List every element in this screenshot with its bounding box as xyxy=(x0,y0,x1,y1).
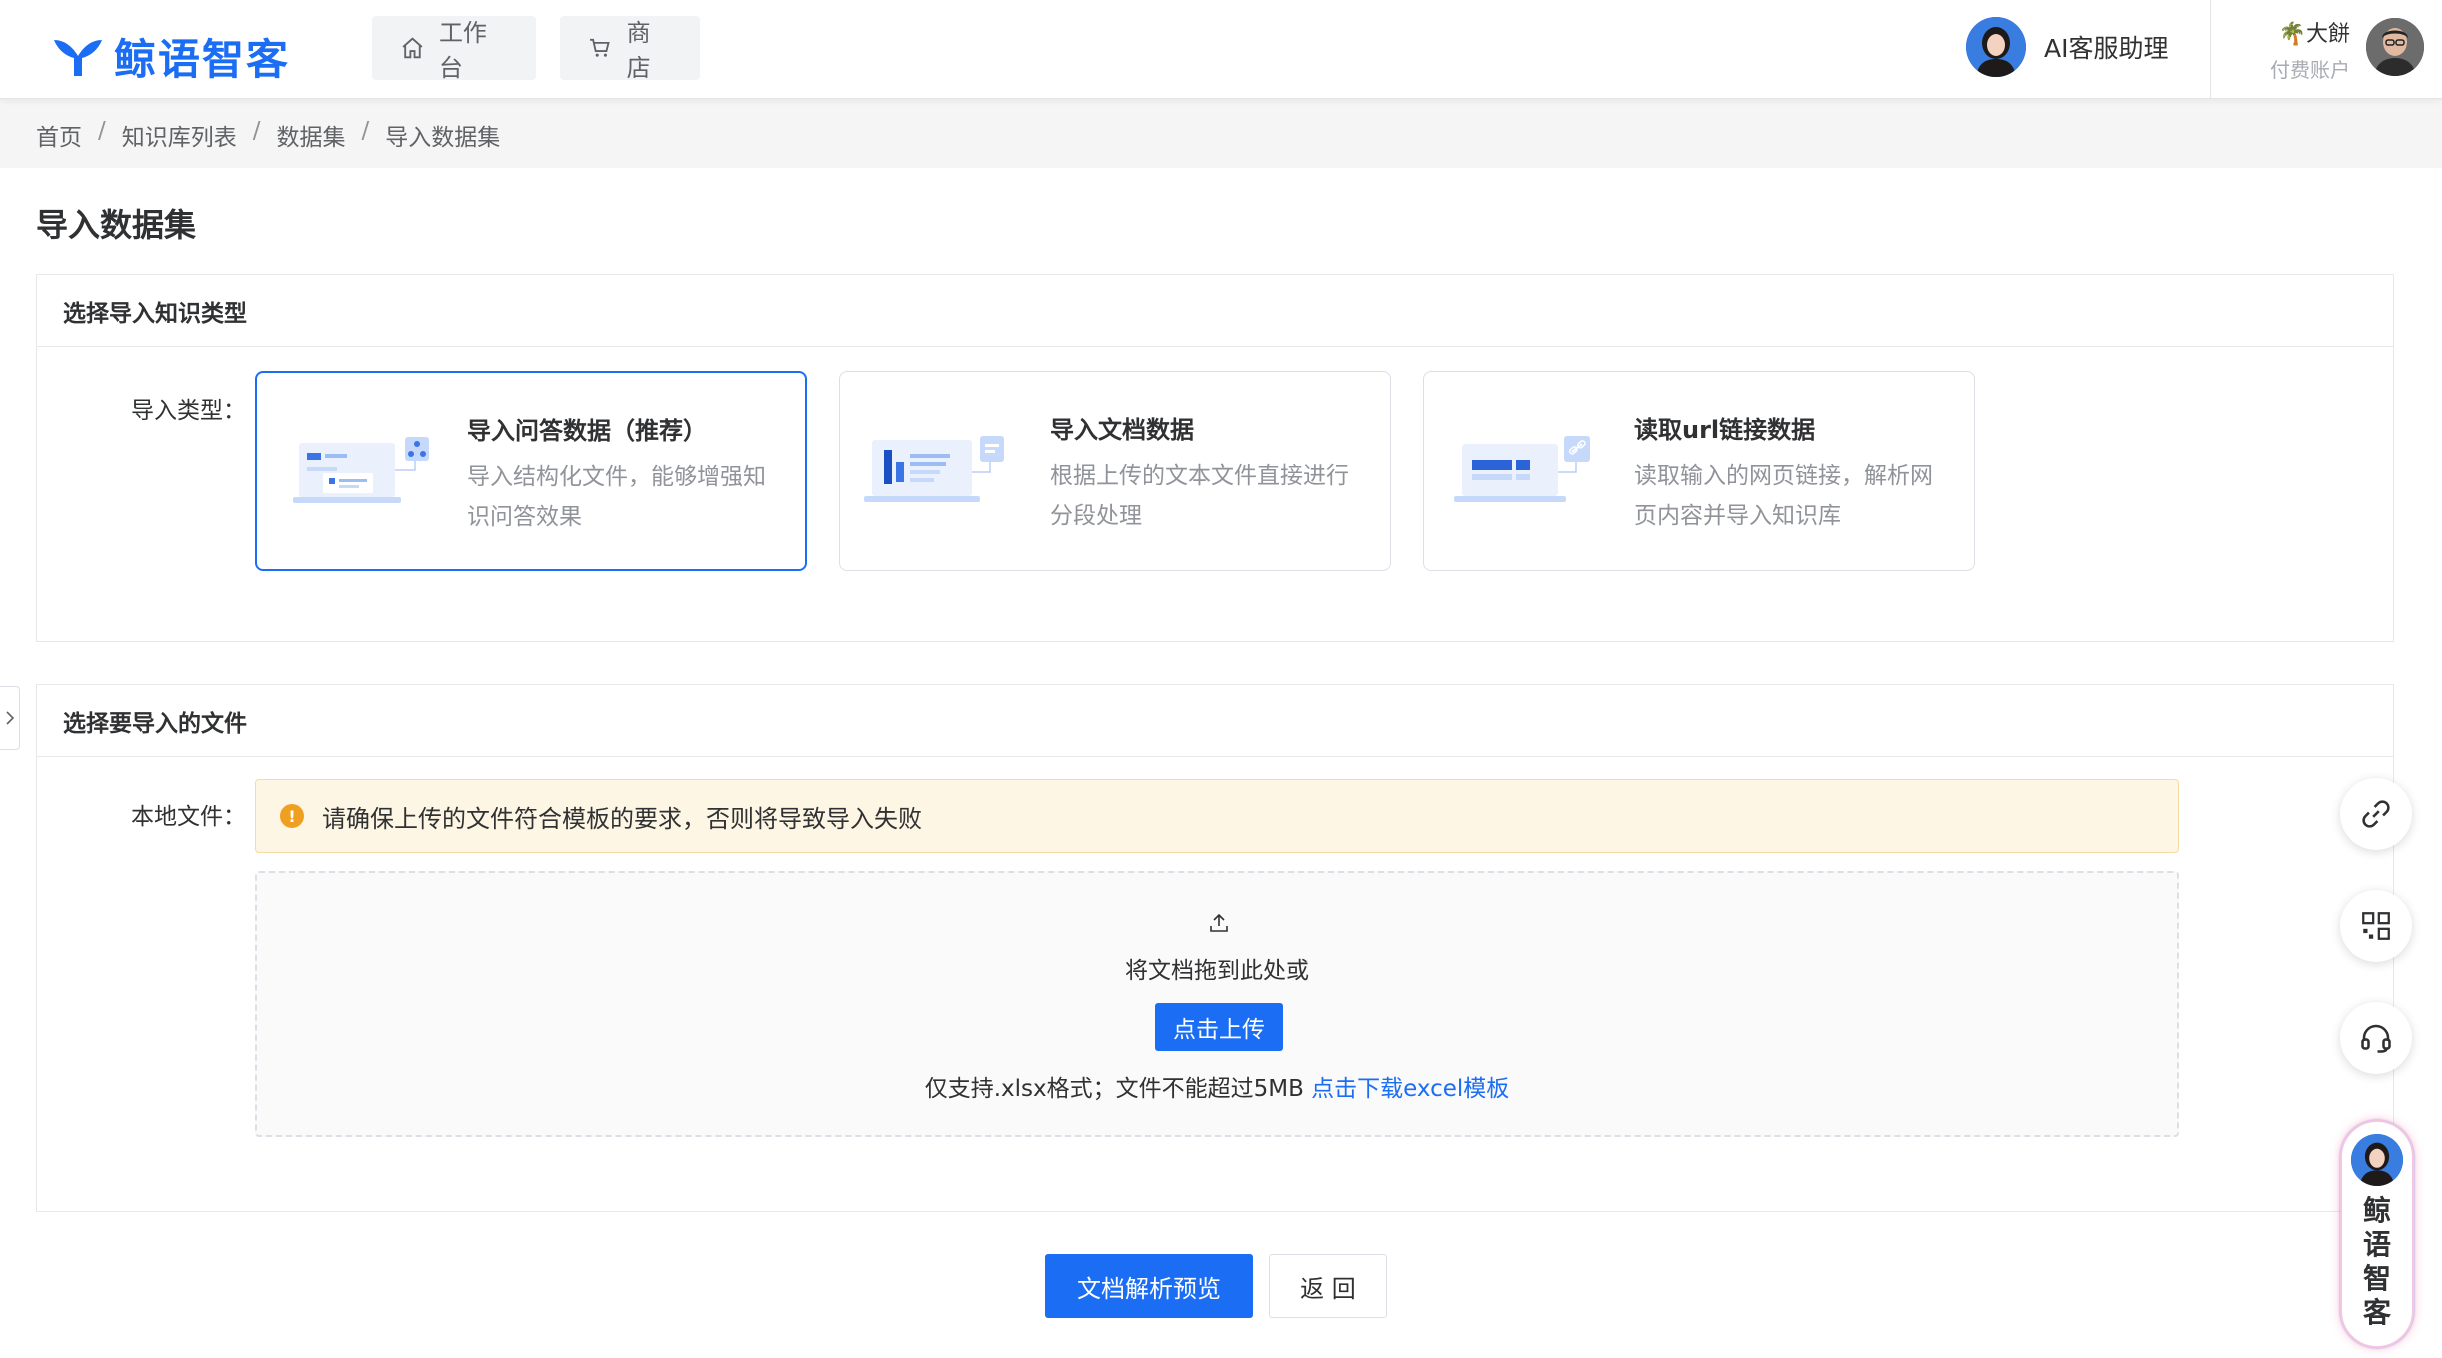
user-name: 大餅 xyxy=(2305,22,2350,47)
local-file-label: 本地文件： xyxy=(131,804,246,830)
upload-icon xyxy=(1210,913,1228,932)
palm-icon: 🌴 xyxy=(2278,22,2306,47)
headset-icon xyxy=(2361,1024,2391,1053)
import-type-header: 选择导入知识类型 xyxy=(37,275,2393,347)
type-qa-title: 导入问答数据（推荐） xyxy=(467,417,707,445)
import-type-label: 导入类型： xyxy=(131,398,246,424)
header-divider xyxy=(2210,0,2211,99)
main-content: 导入数据集 选择导入知识类型 导入类型： 导入问答数据（推荐） 导入结构化文件，… xyxy=(0,168,2442,1358)
home-icon xyxy=(402,37,423,59)
warning-alert: ! 请确保上传的文件符合模板的要求，否则将导致导入失败 xyxy=(255,779,2179,853)
brand-logo[interactable]: 鲸语智客 xyxy=(50,26,290,87)
nav-workbench-label: 工作台 xyxy=(438,19,487,82)
type-option-document[interactable]: 导入文档数据 根据上传的文本文件直接进行分段处理 xyxy=(839,371,1391,571)
top-header: 鲸语智客 工作台 商店 AI客服助理 🌴大餅 付费账户 xyxy=(0,0,2442,99)
type-document-desc: 根据上传的文本文件直接进行分段处理 xyxy=(1050,463,1349,529)
type-url-title: 读取url链接数据 xyxy=(1634,416,1816,444)
breadcrumb-dataset[interactable]: 数据集 xyxy=(277,118,346,152)
upload-dropzone[interactable]: 将文档拖到此处或 点击上传 仅支持.xlsx格式；文件不能超过5MB 点击下载e… xyxy=(255,871,2179,1137)
user-avatar[interactable] xyxy=(2366,18,2424,76)
type-option-qa[interactable]: 导入问答数据（推荐） 导入结构化文件，能够增强知识问答效果 xyxy=(255,371,807,571)
upload-hint: 将文档拖到此处或 xyxy=(1125,958,1309,984)
float-brand-widget[interactable]: 鲸语智客 xyxy=(2340,1120,2414,1348)
float-brand-text: 鲸语智客 xyxy=(2362,1194,2391,1329)
nav-store-label: 商店 xyxy=(626,19,651,82)
page-title: 导入数据集 xyxy=(36,206,197,244)
breadcrumb-home[interactable]: 首页 xyxy=(36,118,82,152)
breadcrumb-kb-list[interactable]: 知识库列表 xyxy=(122,118,237,152)
breadcrumb-separator: / xyxy=(252,118,261,144)
user-plan: 付费账户 xyxy=(2270,58,2350,82)
cart-icon xyxy=(590,38,610,57)
file-select-card: 选择要导入的文件 本地文件： ! 请确保上传的文件符合模板的要求，否则将导致导入… xyxy=(36,684,2394,1212)
type-option-url[interactable]: 读取url链接数据 读取输入的网页链接，解析网页内容并导入知识库 xyxy=(1423,371,1975,571)
download-template-link[interactable]: 点击下载excel模板 xyxy=(1311,1076,1509,1102)
brand-assistant-avatar xyxy=(2351,1134,2403,1186)
breadcrumb-current: 导入数据集 xyxy=(385,125,501,151)
warning-icon: ! xyxy=(280,804,304,828)
user-info[interactable]: 🌴大餅 付费账户 xyxy=(2260,16,2350,83)
back-button[interactable]: 返 回 xyxy=(1269,1254,1387,1318)
sidebar-expand-toggle[interactable] xyxy=(0,686,20,750)
upload-format-tip: 仅支持.xlsx格式；文件不能超过5MB xyxy=(924,1076,1304,1102)
breadcrumb-separator: / xyxy=(361,118,370,144)
document-data-illustration-icon xyxy=(864,436,1004,502)
type-qa-desc: 导入结构化文件，能够增强知识问答效果 xyxy=(467,464,766,530)
upload-tip: 仅支持.xlsx格式；文件不能超过5MB 点击下载excel模板 xyxy=(257,1069,2177,1103)
assistant-avatar xyxy=(1966,17,2026,77)
nav-workbench[interactable]: 工作台 xyxy=(372,16,536,82)
type-url-desc: 读取输入的网页链接，解析网页内容并导入知识库 xyxy=(1634,463,1933,529)
ai-assistant-button[interactable]: AI客服助理 xyxy=(1966,16,2168,78)
file-select-header: 选择要导入的文件 xyxy=(37,685,2393,757)
warning-text: 请确保上传的文件符合模板的要求，否则将导致导入失败 xyxy=(322,804,922,833)
whale-tail-icon xyxy=(54,39,102,76)
qrcode-icon xyxy=(2362,912,2390,940)
float-support-button[interactable] xyxy=(2340,1002,2412,1074)
brand-name: 鲸语智客 xyxy=(114,35,291,84)
type-document-title: 导入文档数据 xyxy=(1050,416,1194,444)
upload-button[interactable]: 点击上传 xyxy=(1155,1003,1283,1051)
assistant-label: AI客服助理 xyxy=(2044,34,2169,63)
float-link-button[interactable] xyxy=(2340,778,2412,850)
url-data-illustration-icon xyxy=(1454,436,1590,502)
link-icon xyxy=(2362,800,2390,828)
chevron-right-icon xyxy=(5,711,14,725)
import-type-card: 选择导入知识类型 导入类型： 导入问答数据（推荐） 导入结构化文件，能够增强知识… xyxy=(36,274,2394,642)
nav-store[interactable]: 商店 xyxy=(560,16,700,82)
breadcrumb-separator: / xyxy=(98,118,106,144)
float-qrcode-button[interactable] xyxy=(2340,890,2412,962)
parse-preview-button[interactable]: 文档解析预览 xyxy=(1045,1254,1253,1318)
qa-data-illustration-icon xyxy=(293,437,429,503)
breadcrumb: 首页 / 知识库列表 / 数据集 / 导入数据集 xyxy=(36,118,500,152)
